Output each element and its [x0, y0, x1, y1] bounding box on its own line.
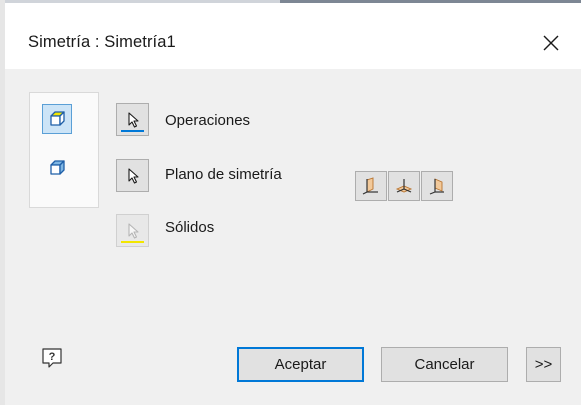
plane-xy-icon [429, 178, 444, 195]
solidos-label: Sólidos [165, 219, 215, 236]
help-icon: ? [42, 348, 62, 368]
close-icon [543, 35, 559, 51]
operaciones-label: Operaciones [165, 112, 251, 129]
mirror-solids-mode-button[interactable] [42, 153, 72, 183]
plane-yz-button[interactable] [355, 171, 387, 201]
mirror-solids-icon [50, 160, 65, 175]
plane-yz-icon [362, 177, 378, 195]
mirror-features-mode-button[interactable] [42, 104, 72, 134]
dialog-titlebar[interactable]: Simetría : Simetría1 [5, 3, 581, 69]
plano-label: Plano de simetría [165, 166, 282, 183]
cancel-button[interactable]: Cancelar [381, 347, 508, 382]
screen: Simetría : Simetría1 Operaciones Plano d… [0, 0, 581, 405]
select-arrow-icon [127, 222, 139, 239]
plano-select-button[interactable] [116, 159, 149, 192]
select-arrow-icon [127, 111, 139, 128]
operaciones-select-button[interactable] [116, 103, 149, 136]
mirror-mode-panel [29, 92, 99, 208]
select-arrow-icon [127, 167, 139, 184]
mirror-features-icon [50, 111, 65, 126]
dialog-content: Operaciones Plano de simetría Sólidos ? … [5, 69, 581, 405]
plane-xz-icon [395, 179, 413, 193]
plane-xy-button[interactable] [421, 171, 453, 201]
plane-xz-button[interactable] [388, 171, 420, 201]
accept-button[interactable]: Aceptar [237, 347, 364, 382]
solidos-underline [121, 241, 144, 243]
more-options-button[interactable]: >> [526, 347, 561, 382]
help-button[interactable]: ? [38, 344, 66, 372]
close-button[interactable] [531, 25, 571, 61]
solidos-select-button[interactable] [116, 214, 149, 247]
mirror-dialog: Simetría : Simetría1 Operaciones Plano d… [5, 3, 581, 405]
svg-text:?: ? [49, 351, 56, 363]
operaciones-underline [121, 130, 144, 132]
dialog-title: Simetría : Simetría1 [28, 33, 176, 51]
